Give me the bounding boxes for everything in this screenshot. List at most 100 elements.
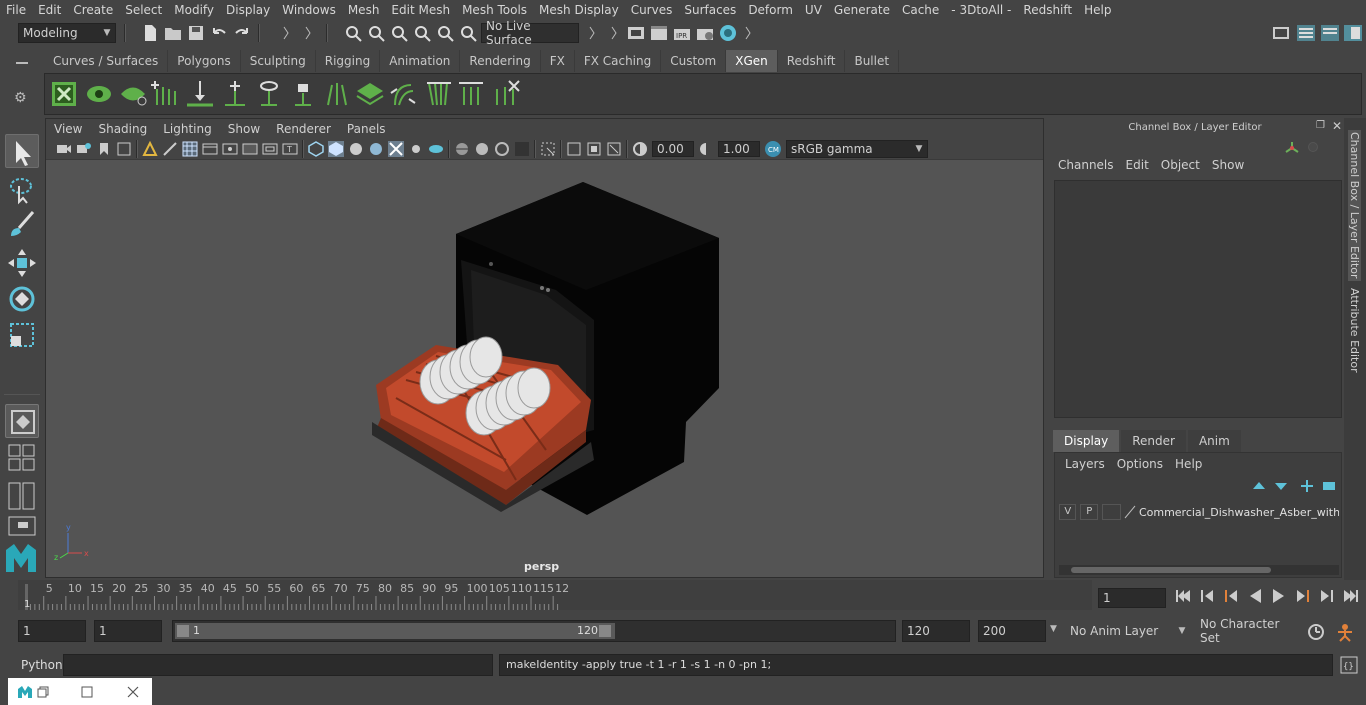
end-time-field[interactable]: 200: [978, 620, 1046, 642]
toggle-panel-icon[interactable]: [1320, 23, 1340, 43]
render-clapper-icon[interactable]: [649, 24, 669, 42]
menu-curves[interactable]: Curves: [625, 3, 679, 17]
menu-select[interactable]: Select: [119, 3, 168, 17]
exposure-icon[interactable]: [632, 141, 648, 157]
snap-surface-icon[interactable]: [436, 24, 454, 42]
viewport-menu-renderer[interactable]: Renderer: [268, 122, 339, 136]
menu-file[interactable]: File: [0, 3, 32, 17]
snap-center-icon[interactable]: [459, 24, 477, 42]
menu-windows[interactable]: Windows: [276, 3, 342, 17]
outliner-view-icon[interactable]: [8, 516, 36, 538]
playback-start-field[interactable]: 1: [94, 620, 162, 642]
exposure-field[interactable]: 0.00: [652, 141, 694, 157]
snap-view-icon[interactable]: [413, 24, 431, 42]
scrollbar-thumb[interactable]: [1071, 567, 1271, 573]
layer-menu-layers[interactable]: Layers: [1059, 457, 1111, 471]
layer-playback-toggle[interactable]: P: [1080, 504, 1098, 520]
wireframe-icon[interactable]: [308, 141, 324, 157]
xgen-plus-guide-icon[interactable]: [221, 79, 249, 109]
command-input[interactable]: [63, 654, 493, 676]
menu-edit-mesh[interactable]: Edit Mesh: [385, 3, 456, 17]
viewport-menu-lighting[interactable]: Lighting: [155, 122, 220, 136]
gamma-field[interactable]: 1.00: [718, 141, 760, 157]
xgen-comb-icon[interactable]: [425, 79, 453, 109]
xgen-leaf-icon[interactable]: [119, 81, 149, 107]
menu-cache[interactable]: Cache: [896, 3, 945, 17]
scale-tool-button[interactable]: [5, 318, 39, 352]
xgen-lock-guide-icon[interactable]: [289, 79, 317, 109]
shelf-menu-icon[interactable]: [16, 62, 28, 64]
motion-blur-icon[interactable]: [474, 141, 490, 157]
bookmark-icon[interactable]: [96, 141, 112, 157]
layer-tab-anim[interactable]: Anim: [1187, 430, 1241, 452]
shelf-tab-animation[interactable]: Animation: [380, 50, 461, 72]
current-frame-field[interactable]: 1: [1098, 588, 1166, 608]
menu-redshift[interactable]: Redshift: [1017, 3, 1078, 17]
layer-display-type[interactable]: [1101, 504, 1122, 520]
collapse-arrow-icon[interactable]: [304, 25, 312, 41]
xgen-guides-icon[interactable]: [323, 79, 351, 109]
playback-end-field[interactable]: 120: [902, 620, 970, 642]
layer-row[interactable]: V P Commercial_Dishwasher_Asber_with_: [1059, 503, 1339, 521]
shelf-tab-redshift[interactable]: Redshift: [777, 50, 846, 72]
xgen-bend-icon[interactable]: [389, 79, 417, 109]
step-back-key-icon[interactable]: [1222, 586, 1240, 606]
two-view-icon[interactable]: [8, 482, 36, 510]
lights-icon[interactable]: [408, 141, 424, 157]
shelf-tab-curves-surfaces[interactable]: Curves / Surfaces: [44, 50, 169, 72]
menu-help[interactable]: Help: [1078, 3, 1117, 17]
shelf-tab-sculpting[interactable]: Sculpting: [240, 50, 316, 72]
grease-pencil-icon[interactable]: [162, 141, 178, 157]
live-surface-field[interactable]: No Live Surface: [481, 19, 579, 47]
start-time-field[interactable]: 1: [18, 620, 86, 642]
range-slider-start-handle[interactable]: [177, 625, 189, 637]
smooth-shade-icon[interactable]: [328, 141, 344, 157]
anim-layer-dropdown[interactable]: No Anim Layer ▼: [1066, 620, 1190, 642]
single-view-button[interactable]: [5, 404, 39, 438]
menu-mesh[interactable]: Mesh: [342, 3, 386, 17]
go-to-start-icon[interactable]: [1174, 586, 1192, 606]
channel-box-menu-show[interactable]: Show: [1206, 158, 1250, 172]
move-layer-down-icon[interactable]: [1273, 479, 1289, 493]
menu-create[interactable]: Create: [67, 3, 119, 17]
channel-box-menu-channels[interactable]: Channels: [1052, 158, 1120, 172]
gamma-icon[interactable]: [698, 141, 714, 157]
mode-dropdown[interactable]: Modeling ▼: [18, 23, 116, 43]
close-icon[interactable]: ✕: [1332, 119, 1342, 133]
menu-uv[interactable]: UV: [799, 3, 828, 17]
step-forward-key-icon[interactable]: [1294, 586, 1312, 606]
shelf-tab-rigging[interactable]: Rigging: [315, 50, 381, 72]
play-backward-icon[interactable]: [1246, 586, 1264, 606]
layer-color-icon[interactable]: [1123, 504, 1137, 520]
hypershade-icon[interactable]: [718, 23, 738, 43]
frame-all-icon[interactable]: [566, 141, 582, 157]
play-forward-icon[interactable]: [1270, 586, 1288, 606]
collapse-arrow-icon[interactable]: [744, 25, 752, 41]
xgen-editor-icon[interactable]: [51, 81, 77, 107]
go-to-end-icon[interactable]: [1342, 586, 1360, 606]
xgen-guide-eye-icon[interactable]: [255, 79, 283, 109]
viewport-menu-view[interactable]: View: [46, 122, 90, 136]
snap-grid-icon[interactable]: [344, 24, 362, 42]
layer-menu-help[interactable]: Help: [1169, 457, 1208, 471]
animation-preferences-icon[interactable]: [1334, 622, 1356, 642]
anti-aliasing-icon[interactable]: [494, 141, 510, 157]
step-back-icon[interactable]: [1198, 586, 1216, 606]
snap-curve-icon[interactable]: [367, 24, 385, 42]
menu-display[interactable]: Display: [220, 3, 276, 17]
camera-icon[interactable]: [56, 141, 72, 157]
step-forward-icon[interactable]: [1318, 586, 1336, 606]
axis-orientation-icon[interactable]: [1284, 140, 1300, 156]
restore-window-icon[interactable]: [36, 685, 50, 699]
camera-attributes-icon[interactable]: [76, 141, 92, 157]
fit-view-icon[interactable]: [606, 141, 622, 157]
isolate-select-icon[interactable]: [540, 141, 556, 157]
save-scene-icon[interactable]: [188, 25, 204, 41]
menu-modify[interactable]: Modify: [168, 3, 220, 17]
new-scene-icon[interactable]: [142, 24, 158, 42]
range-slider-end-handle[interactable]: [599, 625, 611, 637]
depth-of-field-icon[interactable]: [514, 141, 530, 157]
channel-box-area[interactable]: [1054, 180, 1342, 418]
menu-surfaces[interactable]: Surfaces: [678, 3, 742, 17]
layer-tab-render[interactable]: Render: [1121, 430, 1186, 452]
